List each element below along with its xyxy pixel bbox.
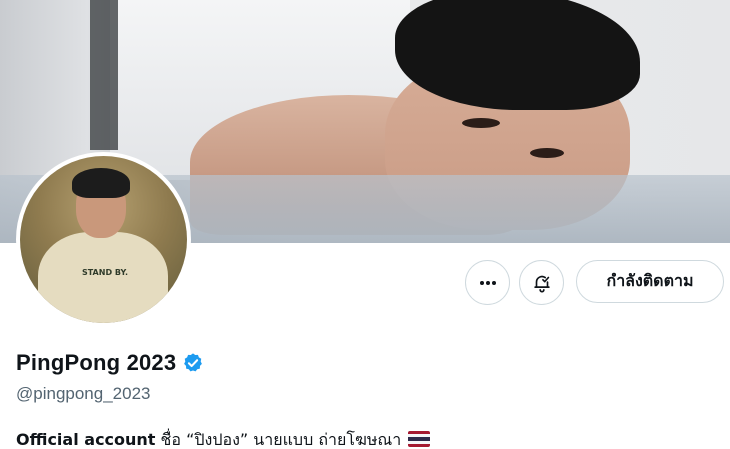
more-horizontal-icon: [479, 280, 496, 285]
display-name: PingPong 2023: [16, 350, 177, 375]
profile-name-row: PingPong 2023: [16, 350, 204, 376]
banner-person-eye: [462, 118, 500, 128]
notifications-button[interactable]: [519, 260, 564, 305]
bio-text: ชื่อ “ปิงปอง” นายแบบ ถ่ายโฆษณา: [155, 430, 402, 449]
banner-background-shadow: [90, 0, 118, 150]
more-options-button[interactable]: [465, 260, 510, 305]
banner-person-eye: [530, 148, 564, 158]
profile-avatar[interactable]: STAND BY.: [16, 152, 191, 327]
profile-bio: Official account ชื่อ “ปิงปอง” นายแบบ ถ่…: [16, 428, 431, 449]
bio-bold-text: Official account: [16, 430, 156, 449]
bell-check-icon: [533, 275, 550, 293]
thailand-flag-icon: [408, 431, 431, 447]
avatar-shirt-print: STAND BY.: [81, 268, 129, 277]
following-button[interactable]: กำลังติดตาม: [576, 260, 724, 303]
verified-badge-icon: [184, 353, 203, 372]
avatar-person-shirt: [38, 232, 168, 323]
avatar-person-hair: [72, 168, 130, 198]
profile-handle: @pingpong_2023: [16, 384, 151, 403]
